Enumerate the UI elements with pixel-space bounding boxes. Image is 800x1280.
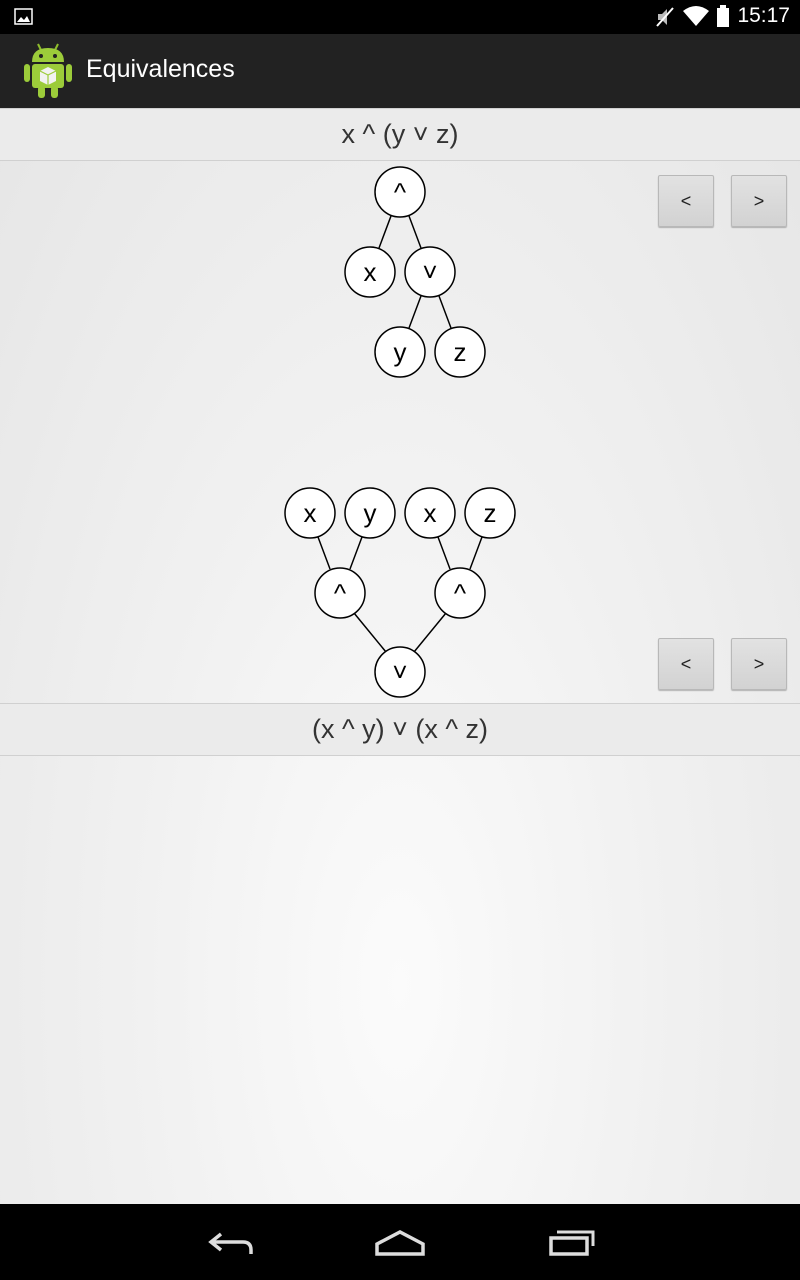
top-next-button[interactable]: > bbox=[731, 175, 787, 227]
tree-node: z bbox=[434, 326, 486, 378]
tree-node: x bbox=[284, 487, 336, 539]
mute-icon bbox=[656, 7, 674, 27]
svg-text:^: ^ bbox=[334, 578, 347, 608]
bottom-next-button[interactable]: > bbox=[731, 638, 787, 690]
top-formula-bar: x ^ (y ˅ z) bbox=[0, 108, 800, 161]
system-nav-bar bbox=[0, 1204, 800, 1280]
bottom-prev-button[interactable]: < bbox=[658, 638, 714, 690]
svg-text:y: y bbox=[394, 337, 407, 367]
top-prev-button[interactable]: < bbox=[658, 175, 714, 227]
home-icon[interactable] bbox=[355, 1212, 445, 1272]
tree-node: z bbox=[464, 487, 516, 539]
tree-node: x bbox=[344, 246, 396, 298]
tree-node: ˅ bbox=[374, 646, 426, 698]
android-robot-icon[interactable] bbox=[22, 40, 74, 100]
tree-node: ^ bbox=[434, 567, 486, 619]
tree-node: ˅ bbox=[404, 246, 456, 298]
back-icon[interactable] bbox=[185, 1212, 275, 1272]
svg-text:x: x bbox=[364, 257, 377, 287]
wifi-icon bbox=[683, 6, 709, 26]
svg-text:^: ^ bbox=[454, 578, 467, 608]
battery-icon bbox=[717, 5, 729, 27]
svg-text:z: z bbox=[454, 337, 467, 367]
bottom-formula-bar: (x ^ y) ˅ (x ^ z) bbox=[0, 703, 800, 756]
tree-node: ^ bbox=[374, 166, 426, 218]
status-bar: 15:17 bbox=[0, 0, 800, 34]
action-bar: Equivalences bbox=[0, 34, 800, 108]
recents-icon[interactable] bbox=[527, 1212, 617, 1272]
top-expression-tree: ^ x ˅ y z x y x z ^ ^ ˅ bbox=[284, 166, 516, 698]
svg-text:y: y bbox=[364, 498, 377, 528]
svg-text:x: x bbox=[424, 498, 437, 528]
content-area: x ^ (y ˅ z) ^ x ˅ y z x y x z ^ ^ ˅ < > … bbox=[0, 108, 800, 1204]
svg-text:˅: ˅ bbox=[422, 257, 437, 287]
tree-node: x bbox=[404, 487, 456, 539]
tree-node: ^ bbox=[314, 567, 366, 619]
svg-text:z: z bbox=[484, 498, 497, 528]
svg-text:^: ^ bbox=[394, 177, 407, 207]
tree-node: y bbox=[374, 326, 426, 378]
svg-text:x: x bbox=[304, 498, 317, 528]
bottom-expression-tree: x y x z ^ ^ ˅ bbox=[284, 487, 516, 698]
tree-node: y bbox=[344, 487, 396, 539]
status-time: 15:17 bbox=[737, 4, 790, 27]
app-title: Equivalences bbox=[86, 55, 235, 83]
svg-text:˅: ˅ bbox=[392, 657, 407, 687]
gallery-notification-icon bbox=[14, 8, 33, 25]
